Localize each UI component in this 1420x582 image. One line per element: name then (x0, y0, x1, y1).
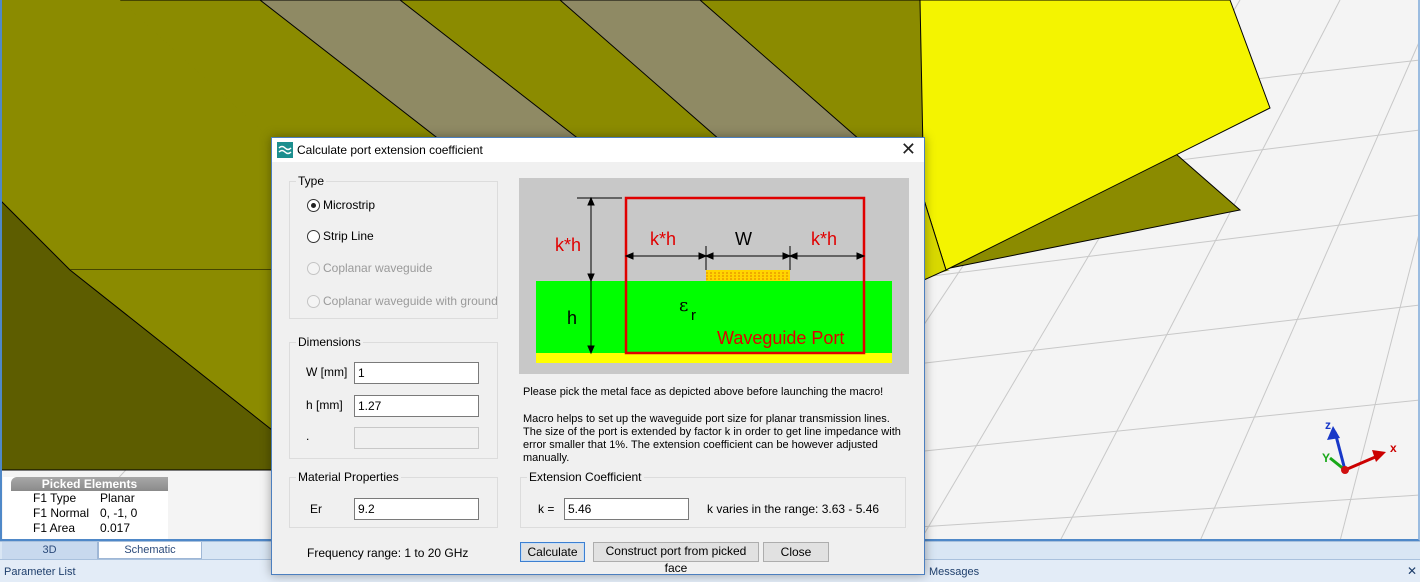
picked-value: 0, -1, 0 (100, 506, 138, 520)
radio-label: Coplanar waveguide with ground (323, 294, 498, 308)
h-dim-label: h (567, 308, 577, 328)
radio-label: Microstrip (323, 198, 376, 212)
tab-schematic[interactable]: Schematic (98, 542, 202, 559)
instruction-text: Please pick the metal face as depicted a… (523, 386, 884, 398)
picked-row: F1 Type Planar (3, 491, 168, 506)
extra-label: . (306, 429, 310, 443)
tab-3d[interactable]: 3D (2, 542, 98, 559)
radio-strip-line[interactable]: Strip Line (307, 229, 374, 243)
close-icon[interactable]: ✕ (901, 139, 916, 159)
picked-value: 0.017 (100, 521, 131, 535)
picked-elements-header: Picked Elements (11, 477, 168, 491)
eps-label: ε (679, 295, 688, 316)
picked-row: F1 Normal 0, -1, 0 (3, 506, 168, 521)
kh-left-label: k*h (555, 235, 581, 255)
frequency-range: Frequency range: 1 to 20 GHz (307, 546, 469, 560)
eps-sub-label: r (691, 307, 696, 324)
parameter-list-tab[interactable]: Parameter List (4, 566, 76, 578)
er-label: Er (310, 502, 322, 516)
h-label: h [mm] (306, 398, 343, 412)
picked-key: F1 Normal (33, 506, 90, 520)
k-range-text: k varies in the range: 3.63 - 5.46 (707, 502, 880, 516)
waveguide-port-diagram: k*h k*h k*h W h ε r Waveguide Port (519, 178, 909, 374)
ground-rect (536, 353, 892, 363)
port-label: Waveguide Port (717, 328, 844, 348)
extension-legend: Extension Coefficient (529, 470, 642, 484)
radio-indicator (307, 294, 320, 308)
dialog-title: Calculate port extension coefficient (297, 143, 483, 157)
dimensions-legend: Dimensions (298, 335, 361, 349)
axis-label-x: x (1390, 441, 1397, 455)
kh-mid-label: k*h (650, 229, 676, 249)
h-input[interactable] (354, 395, 479, 417)
close-icon[interactable]: ✕ (1407, 564, 1417, 578)
w-dim-label: W (735, 229, 752, 249)
picked-value: Planar (100, 491, 135, 505)
k-input[interactable] (564, 498, 689, 520)
axis-label-z: z (1325, 418, 1331, 432)
radio-microstrip[interactable]: Microstrip (307, 198, 375, 212)
axis-label-y: Y (1322, 451, 1331, 465)
radio-indicator (307, 261, 320, 275)
port-extension-dialog: Calculate port extension coefficient ✕ T… (271, 137, 925, 575)
radio-label: Strip Line (323, 229, 374, 243)
radio-indicator[interactable] (307, 229, 320, 243)
type-legend: Type (298, 174, 325, 188)
calculate-button[interactable]: Calculate (520, 542, 585, 562)
extra-input (354, 427, 479, 449)
material-legend: Material Properties (298, 470, 399, 484)
picked-key: F1 Type (33, 491, 77, 505)
picked-elements-panel: Picked Elements F1 Type Planar F1 Normal 0… (3, 477, 168, 539)
radio-indicator[interactable] (307, 198, 320, 212)
description-text: Macro helps to set up the waveguide port… (523, 413, 901, 464)
w-label: W [mm] (306, 365, 348, 379)
kh-right-label: k*h (811, 229, 837, 249)
dialog-titlebar[interactable]: Calculate port extension coefficient ✕ (272, 138, 924, 162)
radio-coplanar-waveguide: Coplanar waveguide (307, 261, 432, 275)
picked-row: F1 Area 0.017 (3, 521, 168, 536)
construct-port-button[interactable]: Construct port from picked face (593, 542, 759, 575)
er-input[interactable] (354, 498, 479, 520)
messages-tab[interactable]: Messages (929, 566, 979, 578)
radio-coplanar-waveguide-ground: Coplanar waveguide with ground (307, 294, 498, 308)
close-button[interactable]: Close (763, 542, 829, 562)
k-label: k = (538, 502, 555, 516)
app-icon (277, 142, 293, 158)
w-input[interactable] (354, 362, 479, 384)
radio-label: Coplanar waveguide (323, 261, 433, 275)
picked-key: F1 Area (33, 521, 76, 535)
